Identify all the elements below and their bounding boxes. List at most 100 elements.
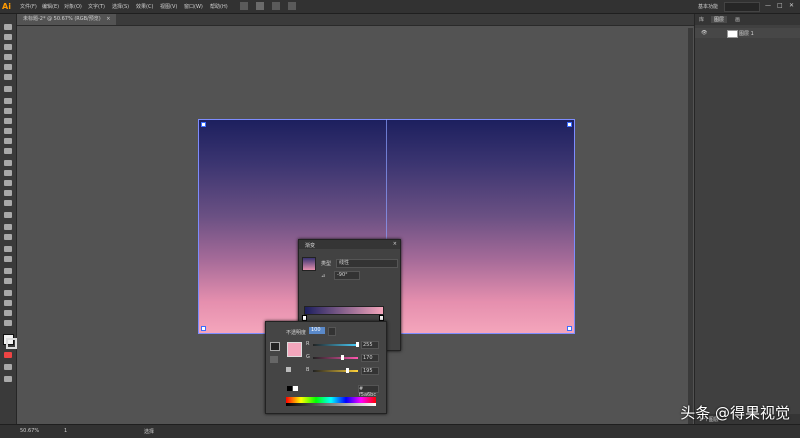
- workspace-switcher[interactable]: 基本功能: [698, 3, 718, 10]
- search-input[interactable]: [724, 2, 760, 12]
- red-slider-thumb[interactable]: [355, 342, 359, 347]
- screen-mode-icon[interactable]: [4, 376, 12, 382]
- fill-stroke-toggle-icon[interactable]: [270, 342, 280, 351]
- rotate-tool-icon[interactable]: [4, 160, 12, 166]
- blend-tool-icon[interactable]: [4, 256, 12, 262]
- close-button[interactable]: ✕: [789, 2, 794, 9]
- gradient-type-label: 类型: [321, 261, 332, 267]
- magic-wand-tool-icon[interactable]: [4, 44, 12, 50]
- bridge-icon[interactable]: [240, 2, 248, 10]
- stroke-indicator-icon[interactable]: [270, 356, 278, 363]
- angle-icon: ⊿: [321, 273, 326, 279]
- arrange-documents-icon[interactable]: [272, 2, 280, 10]
- menu-view[interactable]: 视图(V): [160, 3, 177, 10]
- out-of-gamut-warning-icon[interactable]: [286, 367, 291, 372]
- direct-selection-tool-icon[interactable]: [4, 34, 12, 40]
- tab-layers[interactable]: 图层: [711, 16, 728, 23]
- watermark: 头条 @得果视觉: [680, 404, 790, 422]
- curvature-tool-icon[interactable]: [4, 74, 12, 80]
- none-color-icon[interactable]: [4, 352, 12, 358]
- color-spectrum-bar[interactable]: [286, 397, 376, 406]
- channel-label-g: G: [306, 354, 310, 360]
- pencil-tool-icon[interactable]: [4, 138, 12, 144]
- opacity-label: 不透明度: [286, 330, 307, 336]
- current-tool-status: 选择: [144, 429, 155, 435]
- menu-type[interactable]: 文字(T): [88, 3, 105, 10]
- symbol-sprayer-tool-icon[interactable]: [4, 268, 12, 274]
- gradient-preview-swatch[interactable]: [302, 257, 316, 271]
- blue-value-field[interactable]: 195: [361, 367, 379, 375]
- perspective-grid-tool-icon[interactable]: [4, 212, 12, 218]
- stock-icon[interactable]: [256, 2, 264, 10]
- menu-effect[interactable]: 效果(C): [136, 3, 153, 10]
- mesh-tool-icon[interactable]: [4, 224, 12, 230]
- layer-row[interactable]: 👁 图层 1: [695, 28, 800, 38]
- menu-select[interactable]: 选择(S): [112, 3, 129, 10]
- menu-edit[interactable]: 编辑(E): [42, 3, 59, 10]
- red-value-field[interactable]: 255: [361, 341, 379, 349]
- green-slider-thumb[interactable]: [341, 355, 345, 360]
- layer-thumbnail: [727, 30, 738, 38]
- menu-help[interactable]: 帮助(H): [210, 3, 228, 10]
- hand-tool-icon[interactable]: [4, 310, 12, 316]
- document-tab-bar: 未标题-2* @ 50.67% (RGB/预览) ×: [17, 14, 694, 26]
- blue-slider-track[interactable]: [313, 370, 358, 372]
- free-transform-tool-icon[interactable]: [4, 190, 12, 196]
- pen-tool-icon[interactable]: [4, 64, 12, 70]
- eyedropper-tool-icon[interactable]: [4, 246, 12, 252]
- channel-label-b: B: [306, 367, 310, 373]
- panel-collapse-bar[interactable]: [688, 28, 693, 424]
- current-color-swatch[interactable]: [287, 342, 302, 357]
- tools-panel: [0, 14, 17, 424]
- color-panel: 不透明度 100 R 255 G 170 B 195 # f5a6bc: [265, 321, 387, 414]
- red-slider-track[interactable]: [313, 344, 358, 346]
- maximize-button[interactable]: □: [777, 2, 783, 9]
- lasso-tool-icon[interactable]: [4, 54, 12, 60]
- artboard-navigator[interactable]: 1: [64, 428, 67, 434]
- green-slider-track[interactable]: [313, 357, 358, 359]
- draw-mode-icon[interactable]: [4, 364, 12, 370]
- shaper-tool-icon[interactable]: [4, 128, 12, 134]
- scale-tool-icon[interactable]: [4, 170, 12, 176]
- menu-object[interactable]: 对象(O): [64, 3, 82, 10]
- gradient-type-select[interactable]: 线性: [336, 259, 398, 268]
- stroke-swatch[interactable]: [6, 338, 17, 349]
- type-tool-icon[interactable]: [4, 86, 12, 92]
- menu-file[interactable]: 文件(F): [20, 3, 37, 10]
- rectangle-tool-icon[interactable]: [4, 108, 12, 114]
- zoom-level[interactable]: 50.67%: [20, 428, 39, 434]
- visibility-eye-icon[interactable]: 👁: [701, 30, 707, 36]
- sync-icon[interactable]: [288, 2, 296, 10]
- blue-slider-thumb[interactable]: [345, 368, 349, 373]
- eraser-tool-icon[interactable]: [4, 148, 12, 154]
- line-tool-icon[interactable]: [4, 98, 12, 104]
- selection-tool-icon[interactable]: [4, 24, 12, 30]
- gradient-angle-field[interactable]: -90°: [334, 271, 360, 280]
- close-icon[interactable]: ×: [393, 241, 397, 247]
- zoom-tool-icon[interactable]: [4, 320, 12, 326]
- shape-builder-tool-icon[interactable]: [4, 200, 12, 206]
- document-tab[interactable]: 未标题-2* @ 50.67% (RGB/预览) ×: [17, 14, 117, 25]
- panel-tabs: 库 图层 画: [695, 14, 800, 25]
- opacity-dropdown-icon[interactable]: [328, 327, 336, 336]
- artboard-tool-icon[interactable]: [4, 290, 12, 296]
- opacity-field[interactable]: 100: [309, 327, 325, 334]
- gradient-ramp-slider[interactable]: [304, 306, 384, 315]
- channel-label-r: R: [306, 341, 310, 347]
- white-swatch[interactable]: [293, 386, 298, 391]
- menu-window[interactable]: 窗口(W): [184, 3, 203, 10]
- black-swatch[interactable]: [287, 386, 292, 391]
- slice-tool-icon[interactable]: [4, 300, 12, 306]
- document-tab-close-icon[interactable]: ×: [106, 16, 110, 22]
- tab-libraries[interactable]: 库: [699, 16, 704, 23]
- tab-artboards[interactable]: 画: [735, 16, 740, 23]
- gradient-panel-header[interactable]: 渐变 ×: [299, 240, 400, 249]
- green-value-field[interactable]: 170: [361, 354, 379, 362]
- layer-name[interactable]: 图层 1: [739, 30, 754, 37]
- column-graph-tool-icon[interactable]: [4, 278, 12, 284]
- hex-value-field[interactable]: # f5a6bc: [358, 385, 379, 398]
- paintbrush-tool-icon[interactable]: [4, 118, 12, 124]
- minimize-button[interactable]: —: [765, 2, 771, 9]
- gradient-tool-icon[interactable]: [4, 234, 12, 240]
- width-tool-icon[interactable]: [4, 180, 12, 186]
